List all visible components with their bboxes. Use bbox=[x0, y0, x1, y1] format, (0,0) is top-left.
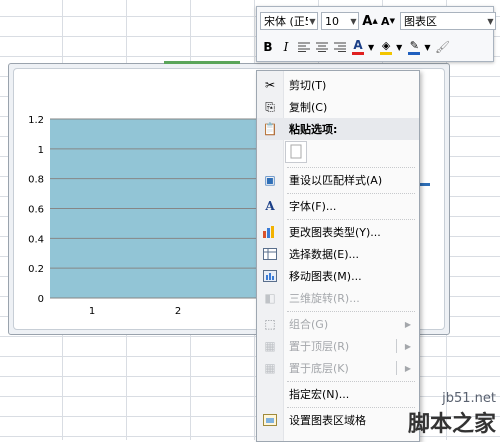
font-name-value: 宋体 (正5 bbox=[264, 15, 308, 28]
menu-item-select-data[interactable]: 选择数据(E)... bbox=[257, 243, 419, 265]
menu-item-3d-rotation[interactable]: ◧ 三维旋转(R)... bbox=[257, 287, 419, 309]
chart-type-icon bbox=[257, 226, 283, 238]
y-tick-label: 0 bbox=[38, 294, 44, 305]
pen-icon: ✎ bbox=[409, 39, 419, 52]
bring-front-icon: ▦ bbox=[264, 339, 276, 353]
menu-item-reset-style[interactable]: ▣ 重设以匹配样式(A) bbox=[257, 169, 419, 191]
align-left-icon bbox=[298, 42, 310, 52]
align-right-button[interactable] bbox=[332, 37, 348, 57]
select-data-icon bbox=[257, 248, 283, 260]
group-icon: ⬚ bbox=[264, 317, 276, 331]
chart-element-value: 图表区 bbox=[404, 15, 437, 28]
y-tick-label: 0.4 bbox=[28, 234, 44, 245]
paste-page-icon bbox=[290, 144, 302, 159]
menu-item-assign-macro[interactable]: 指定宏(N)... bbox=[257, 383, 419, 405]
split-divider bbox=[396, 361, 397, 375]
y-tick-label: 0.6 bbox=[28, 205, 44, 216]
split-divider bbox=[396, 339, 397, 353]
line-color-button[interactable]: ✎ bbox=[406, 37, 422, 57]
rotate-3d-icon: ◧ bbox=[264, 291, 276, 305]
brush-icon: 🖌 bbox=[434, 40, 451, 54]
font-size-value: 10 bbox=[325, 14, 339, 28]
menu-item-copy[interactable]: ⎘ 复制(C) bbox=[257, 96, 419, 118]
font-color-button[interactable]: A bbox=[350, 37, 366, 57]
menu-item-change-chart-type[interactable]: 更改图表类型(Y)... bbox=[257, 221, 419, 243]
y-tick-label: 1 bbox=[38, 145, 44, 156]
format-chart-area-icon bbox=[257, 414, 283, 426]
paste-icon: 📋 bbox=[262, 122, 278, 136]
y-tick-label: 0.2 bbox=[28, 264, 44, 275]
menu-item-move-chart[interactable]: 移动图表(M)... bbox=[257, 265, 419, 287]
chevron-down-icon[interactable]: ▼ bbox=[424, 43, 430, 52]
align-center-icon bbox=[316, 42, 328, 52]
chart-element-combo[interactable]: 图表区 ▼ bbox=[400, 12, 496, 30]
copy-icon: ⎘ bbox=[265, 99, 275, 114]
send-back-icon: ▦ bbox=[264, 361, 276, 375]
grow-font-button[interactable]: A ▲ bbox=[362, 11, 378, 31]
menu-divider bbox=[287, 219, 415, 220]
watermark-title: 脚本之家 bbox=[407, 412, 496, 437]
font-size-combo[interactable]: 10 ▼ bbox=[321, 12, 359, 30]
y-tick-label: 1.2 bbox=[28, 115, 44, 126]
reset-style-icon: ▣ bbox=[264, 173, 276, 187]
chevron-down-icon[interactable]: ▼ bbox=[308, 17, 317, 26]
italic-button[interactable]: I bbox=[278, 37, 294, 57]
align-center-button[interactable] bbox=[314, 37, 330, 57]
menu-item-cut[interactable]: ✂ 剪切(T) bbox=[257, 74, 419, 96]
menu-divider bbox=[287, 381, 415, 382]
shrink-font-button[interactable]: A ▼ bbox=[380, 11, 396, 31]
submenu-arrow-icon: ▶ bbox=[404, 319, 411, 329]
menu-divider bbox=[287, 193, 415, 194]
menu-divider bbox=[287, 167, 415, 168]
bold-button[interactable]: B bbox=[260, 37, 276, 57]
x-tick-label: 2 bbox=[175, 306, 181, 317]
menu-divider bbox=[287, 407, 415, 408]
format-painter-button[interactable]: 🖌 bbox=[434, 37, 450, 57]
y-tick-label: 0.8 bbox=[28, 175, 44, 186]
chevron-down-icon[interactable]: ▼ bbox=[396, 43, 402, 52]
font-name-combo[interactable]: 宋体 (正5 ▼ bbox=[260, 12, 318, 30]
menu-divider bbox=[287, 311, 415, 312]
fill-color-button[interactable]: ◈ bbox=[378, 37, 394, 57]
chevron-down-icon[interactable]: ▼ bbox=[349, 17, 358, 26]
align-left-button[interactable] bbox=[296, 37, 312, 57]
menu-item-send-to-back[interactable]: ▦ 置于底层(K) ▶ bbox=[257, 357, 419, 379]
menu-header-paste-options: 📋 粘贴选项: bbox=[257, 118, 419, 140]
font-icon: A bbox=[265, 199, 275, 213]
chevron-down-icon[interactable]: ▼ bbox=[486, 17, 495, 26]
chart-resize-handle[interactable] bbox=[164, 61, 240, 64]
move-chart-icon bbox=[257, 270, 283, 282]
paint-bucket-icon: ◈ bbox=[381, 39, 391, 52]
submenu-arrow-icon: ▶ bbox=[404, 341, 411, 351]
align-right-icon bbox=[334, 42, 346, 52]
menu-item-font[interactable]: A 字体(F)... bbox=[257, 195, 419, 217]
menu-item-group[interactable]: ⬚ 组合(G) ▶ bbox=[257, 313, 419, 335]
x-tick-label: 1 bbox=[89, 306, 95, 317]
watermark-domain: jb51.net bbox=[442, 391, 496, 406]
chart-legend-marker bbox=[420, 183, 430, 186]
scissors-icon: ✂ bbox=[264, 78, 276, 92]
menu-item-bring-to-front[interactable]: ▦ 置于顶层(R) ▶ bbox=[257, 335, 419, 357]
chevron-down-icon[interactable]: ▼ bbox=[368, 43, 374, 52]
site-watermark: jb51.net 脚本之家 bbox=[408, 391, 496, 438]
context-menu: ✂ 剪切(T) ⎘ 复制(C) 📋 粘贴选项: ▣ 重设以匹配样式(A) A 字… bbox=[256, 70, 420, 442]
submenu-arrow-icon: ▶ bbox=[404, 363, 411, 373]
paste-option-button[interactable] bbox=[285, 141, 307, 163]
mini-toolbar: 宋体 (正5 ▼ 10 ▼ A ▲ A ▼ 图表区 ▼ B I A ▼ ◈ ▼ … bbox=[256, 6, 496, 62]
menu-item-format-chart-area[interactable]: 设置图表区域格 bbox=[257, 409, 419, 431]
